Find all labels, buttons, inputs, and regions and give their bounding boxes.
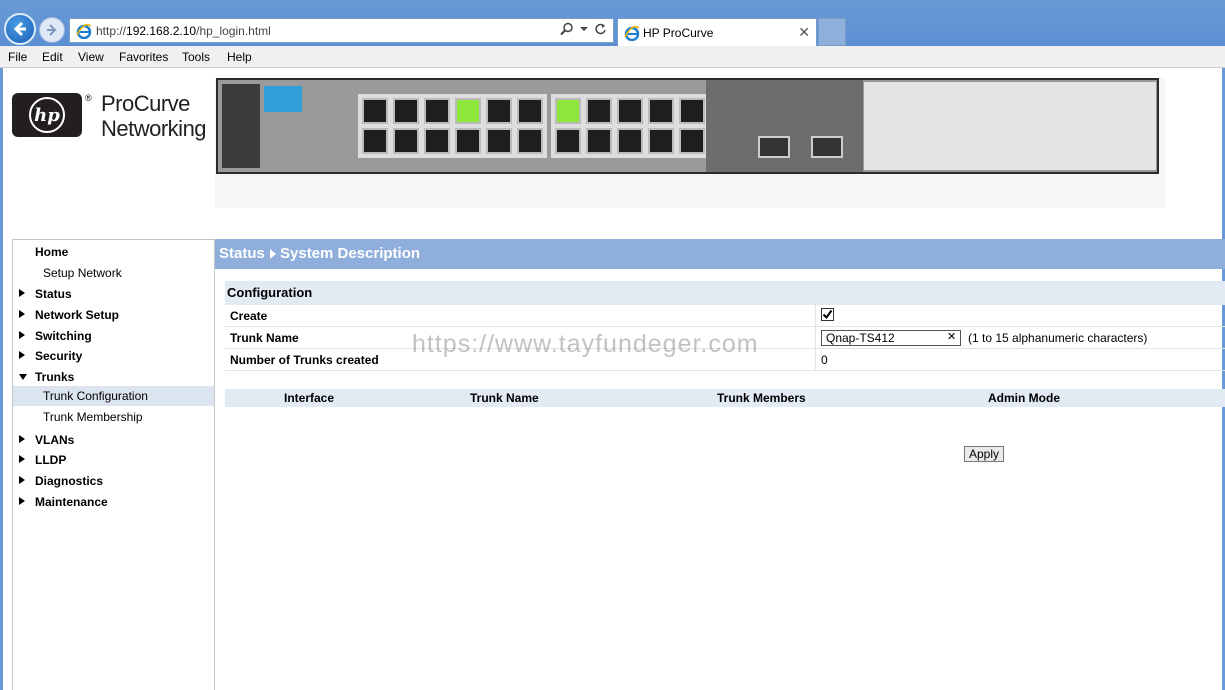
sidebar-item-trunks[interactable]: Trunks xyxy=(13,367,214,387)
menu-help[interactable]: Help xyxy=(227,50,252,64)
sidebar-item-home[interactable]: Home xyxy=(13,242,214,262)
refresh-icon[interactable] xyxy=(594,23,607,36)
chevron-right-icon xyxy=(19,435,25,443)
menu-file[interactable]: File xyxy=(8,50,27,64)
menu-tools[interactable]: Tools xyxy=(182,50,210,64)
menu-bar: File Edit View Favorites Tools Help xyxy=(0,46,1225,68)
close-tab-icon[interactable]: ✕ xyxy=(798,24,810,41)
chevron-right-icon xyxy=(19,310,25,318)
sidebar-item-lldp[interactable]: LLDP xyxy=(13,450,214,470)
switch-model-badge xyxy=(264,86,302,112)
create-label: Create xyxy=(230,309,268,323)
url-text: http://192.168.2.10/hp_login.html xyxy=(96,24,271,38)
breadcrumb-separator-icon xyxy=(270,249,276,259)
sidebar-item-diagnostics[interactable]: Diagnostics xyxy=(13,471,214,491)
sidebar-item-security[interactable]: Security xyxy=(13,346,214,366)
registered-mark: ® xyxy=(85,93,92,103)
brand-procurve: ProCurve xyxy=(101,91,190,116)
ie-tab-icon xyxy=(624,25,640,41)
col-admin-mode: Admin Mode xyxy=(988,391,1060,405)
browser-titlebar: http://192.168.2.10/hp_login.html HP Pro… xyxy=(0,0,1225,46)
switch-faceplate-image xyxy=(216,78,1159,174)
tab-hp-procurve[interactable]: HP ProCurve ✕ xyxy=(617,18,817,46)
apply-button[interactable]: Apply xyxy=(964,446,1004,462)
trunk-table-header: Interface Trunk Name Trunk Members Admin… xyxy=(225,389,1225,407)
sidebar-item-setup-network[interactable]: Setup Network xyxy=(13,263,214,283)
sidebar-nav: Home Setup Network Status Network Setup … xyxy=(12,239,215,690)
brand-networking: Networking xyxy=(101,116,207,141)
trunk-name-label: Trunk Name xyxy=(230,331,299,345)
chevron-right-icon xyxy=(19,289,25,297)
clear-input-icon[interactable]: ✕ xyxy=(947,330,956,343)
breadcrumb-status[interactable]: Status xyxy=(219,245,265,262)
breadcrumb-system-description[interactable]: System Description xyxy=(280,245,420,262)
num-trunks-value: 0 xyxy=(821,353,828,367)
row-create: Create xyxy=(225,305,1225,327)
window-border-left xyxy=(0,68,3,690)
search-icon[interactable] xyxy=(560,22,574,36)
switch-blank-panel xyxy=(864,82,1156,170)
watermark-text: https://www.tayfundeger.com xyxy=(412,330,759,358)
chevron-right-icon xyxy=(19,331,25,339)
back-button[interactable] xyxy=(4,13,36,45)
menu-view[interactable]: View xyxy=(78,50,104,64)
menu-favorites[interactable]: Favorites xyxy=(119,50,168,64)
ie-logo-icon xyxy=(76,23,92,39)
forward-button[interactable] xyxy=(39,17,65,43)
col-trunk-name: Trunk Name xyxy=(470,391,539,405)
address-bar[interactable]: http://192.168.2.10/hp_login.html xyxy=(69,18,614,43)
page-title-bar: Status System Description xyxy=(215,239,1225,269)
menu-edit[interactable]: Edit xyxy=(42,50,63,64)
sidebar-item-trunk-configuration[interactable]: Trunk Configuration xyxy=(13,386,214,406)
tab-title: HP ProCurve xyxy=(643,26,714,40)
sidebar-item-vlans[interactable]: VLANs xyxy=(13,430,214,450)
sidebar-item-status[interactable]: Status xyxy=(13,284,214,304)
chevron-right-icon xyxy=(19,476,25,484)
chevron-right-icon xyxy=(19,497,25,505)
create-checkbox[interactable] xyxy=(821,308,834,321)
section-header-configuration: Configuration xyxy=(225,281,1225,305)
chevron-right-icon xyxy=(19,455,25,463)
trunk-name-hint: (1 to 15 alphanumeric characters) xyxy=(968,331,1148,345)
trunk-name-input[interactable] xyxy=(821,330,961,346)
switch-status-panel xyxy=(222,84,260,168)
new-tab-button[interactable] xyxy=(818,18,846,46)
dropdown-icon[interactable] xyxy=(580,25,588,33)
arrow-left-icon xyxy=(13,21,26,37)
sidebar-item-switching[interactable]: Switching xyxy=(13,326,214,346)
hp-logo: hp xyxy=(12,93,82,137)
checkmark-icon xyxy=(822,309,833,320)
arrow-right-icon xyxy=(47,24,57,36)
num-trunks-label: Number of Trunks created xyxy=(230,353,379,367)
sidebar-item-maintenance[interactable]: Maintenance xyxy=(13,492,214,512)
sidebar-item-network-setup[interactable]: Network Setup xyxy=(13,305,214,325)
chevron-down-icon xyxy=(19,374,27,380)
col-interface: Interface xyxy=(284,391,335,405)
sidebar-item-trunk-membership[interactable]: Trunk Membership xyxy=(13,407,214,427)
port-block-1 xyxy=(358,94,547,158)
chevron-right-icon xyxy=(19,351,25,359)
switch-sfp-panel xyxy=(706,80,863,172)
col-trunk-members: Trunk Members xyxy=(717,391,806,405)
